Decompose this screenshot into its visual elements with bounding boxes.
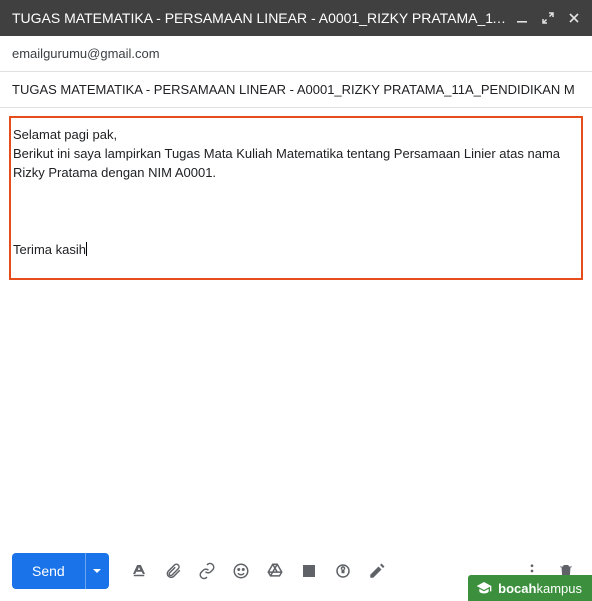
- link-icon[interactable]: [197, 561, 217, 581]
- confidential-icon[interactable]: [333, 561, 353, 581]
- body-line-greeting: Selamat pagi pak,: [13, 126, 579, 145]
- recipient-row[interactable]: emailgurumu@gmail.com: [0, 36, 592, 72]
- recipient-value: emailgurumu@gmail.com: [12, 46, 160, 61]
- body-gap: [13, 183, 579, 241]
- graduation-cap-icon: [476, 580, 492, 596]
- text-caret: [86, 242, 87, 256]
- formatting-tools: [129, 561, 387, 581]
- body-line-closing: Terima kasih: [13, 241, 579, 260]
- watermark-badge: bocahkampus: [468, 575, 592, 601]
- body-area[interactable]: Selamat pagi pak, Berikut ini saya lampi…: [0, 108, 592, 280]
- body-highlight-box: Selamat pagi pak, Berikut ini saya lampi…: [9, 116, 583, 280]
- drive-icon[interactable]: [265, 561, 285, 581]
- send-more-button[interactable]: [85, 553, 109, 589]
- header-window-controls: [512, 8, 584, 28]
- expand-icon[interactable]: [538, 8, 558, 28]
- image-icon[interactable]: [299, 561, 319, 581]
- send-button-group: Send: [12, 553, 109, 589]
- subject-value: TUGAS MATEMATIKA - PERSAMAAN LINEAR - A0…: [12, 82, 575, 97]
- emoji-icon[interactable]: [231, 561, 251, 581]
- text-format-icon[interactable]: [129, 561, 149, 581]
- close-icon[interactable]: [564, 8, 584, 28]
- send-button[interactable]: Send: [12, 553, 85, 589]
- compose-header: TUGAS MATEMATIKA - PERSAMAAN LINEAR - A0…: [0, 0, 592, 36]
- pen-icon[interactable]: [367, 561, 387, 581]
- watermark-text: bocahkampus: [498, 581, 582, 596]
- attach-icon[interactable]: [163, 561, 183, 581]
- subject-row[interactable]: TUGAS MATEMATIKA - PERSAMAAN LINEAR - A0…: [0, 72, 592, 108]
- body-line-content: Berikut ini saya lampirkan Tugas Mata Ku…: [13, 145, 579, 183]
- minimize-icon[interactable]: [512, 8, 532, 28]
- compose-title: TUGAS MATEMATIKA - PERSAMAAN LINEAR - A0…: [12, 10, 512, 26]
